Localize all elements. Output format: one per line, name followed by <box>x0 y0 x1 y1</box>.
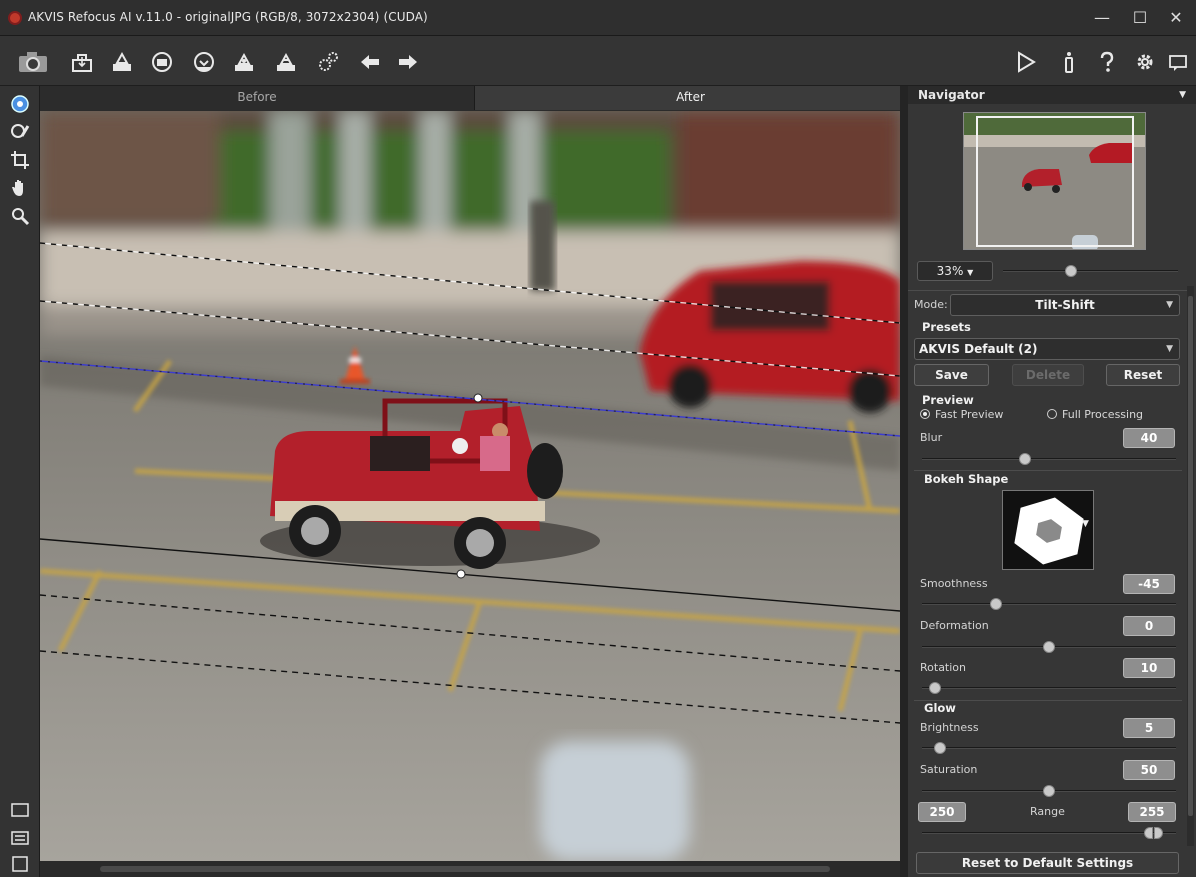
range-slider-low-knob[interactable] <box>1144 827 1153 839</box>
full-processing-radio[interactable]: Full Processing <box>1047 408 1143 421</box>
view-tabs: Before After <box>40 86 906 110</box>
smoothness-slider-knob[interactable] <box>990 598 1002 610</box>
range-min-input[interactable]: 250 <box>918 802 966 822</box>
range-slider-high-knob[interactable] <box>1154 827 1163 839</box>
redo-arrow-icon[interactable] <box>394 48 422 76</box>
brightness-label: Brightness <box>920 721 979 734</box>
share-icon[interactable] <box>190 48 218 76</box>
mode-dropdown[interactable]: Tilt-Shift ▼ <box>950 294 1180 316</box>
reset-preset-button[interactable]: Reset <box>1106 364 1180 386</box>
maximize-button[interactable]: ☐ <box>1126 6 1154 30</box>
blur-slider[interactable] <box>922 453 1176 465</box>
saturation-value-input[interactable]: 50 <box>1123 760 1175 780</box>
print-icon[interactable] <box>148 48 176 76</box>
brightness-slider[interactable] <box>922 742 1176 754</box>
blur-value-input[interactable]: 40 <box>1123 428 1175 448</box>
tools-sidebar <box>0 86 40 877</box>
plugin-icon[interactable] <box>272 48 300 76</box>
fullscreen-view-icon[interactable] <box>8 852 32 876</box>
range-slider[interactable] <box>922 827 1176 839</box>
fast-preview-radio[interactable]: Fast Preview <box>920 408 1003 421</box>
preset-dropdown[interactable]: AKVIS Default (2) ▼ <box>914 338 1180 360</box>
minimize-button[interactable]: — <box>1088 6 1116 30</box>
navigator-frame[interactable] <box>976 116 1134 247</box>
batch-icon[interactable] <box>230 48 258 76</box>
undo-arrow-icon[interactable] <box>356 48 384 76</box>
zoom-slider[interactable] <box>1003 265 1178 277</box>
rotation-slider-knob[interactable] <box>929 682 941 694</box>
bokeh-shape-label: Bokeh Shape <box>924 472 1009 486</box>
scrollbar-thumb[interactable] <box>100 866 830 872</box>
smoothness-slider[interactable] <box>922 598 1176 610</box>
tilt-shift-photo[interactable] <box>40 111 900 861</box>
navigator-title: Navigator <box>918 88 985 102</box>
camera-icon[interactable] <box>16 48 50 76</box>
zoom-tool-icon[interactable] <box>8 204 32 228</box>
single-view-icon[interactable] <box>8 798 32 822</box>
toolbar <box>0 36 1196 86</box>
preview-label: Preview <box>922 393 974 407</box>
navigator-preview[interactable] <box>963 112 1146 250</box>
reset-defaults-button[interactable]: Reset to Default Settings <box>916 852 1179 874</box>
gear-cluster-icon[interactable] <box>314 48 342 76</box>
blur-slider-knob[interactable] <box>1019 453 1031 465</box>
tab-before[interactable]: Before <box>40 86 474 110</box>
rotation-slider[interactable] <box>922 682 1176 694</box>
brush-tool-icon[interactable] <box>8 120 32 144</box>
settings-icon[interactable] <box>1131 48 1159 76</box>
brightness-value-input[interactable]: 5 <box>1123 718 1175 738</box>
glow-label: Glow <box>924 701 956 715</box>
crop-tool-icon[interactable] <box>8 148 32 172</box>
help-icon[interactable] <box>1093 48 1121 76</box>
deformation-value-input[interactable]: 0 <box>1123 616 1175 636</box>
app-logo-icon <box>8 11 22 25</box>
brightness-slider-knob[interactable] <box>934 742 946 754</box>
saturation-slider[interactable] <box>922 785 1176 797</box>
panel-splitter[interactable] <box>900 86 908 877</box>
blur-label: Blur <box>920 431 943 444</box>
saturation-label: Saturation <box>920 763 978 776</box>
hexagon-bokeh-icon <box>1014 497 1084 565</box>
navigator-header: Navigator ▼ <box>908 86 1196 104</box>
collapse-arrow-icon[interactable]: ▼ <box>1179 86 1186 104</box>
info-icon[interactable] <box>1055 48 1083 76</box>
rotation-label: Rotation <box>920 661 967 674</box>
tab-after[interactable]: After <box>474 86 906 110</box>
deformation-slider[interactable] <box>922 641 1176 653</box>
smoothness-value-input[interactable]: -45 <box>1123 574 1175 594</box>
deformation-label: Deformation <box>920 619 989 632</box>
bokeh-dropdown-arrow-icon[interactable]: ▼ <box>1082 519 1089 529</box>
split-view-icon[interactable] <box>8 826 32 850</box>
window-title: AKVIS Refocus AI v.11.0 - originalJPG (R… <box>28 10 428 24</box>
panel-scrollbar-thumb[interactable] <box>1188 296 1193 816</box>
save-icon[interactable] <box>108 48 136 76</box>
horizontal-scrollbar[interactable] <box>40 861 900 877</box>
bokeh-shape-picker[interactable] <box>1002 490 1094 570</box>
mode-label: Mode: <box>914 298 948 311</box>
rotation-value-input[interactable]: 10 <box>1123 658 1175 678</box>
range-max-input[interactable]: 255 <box>1128 802 1176 822</box>
range-label: Range <box>1030 805 1065 818</box>
deformation-slider-knob[interactable] <box>1043 641 1055 653</box>
zoom-slider-knob[interactable] <box>1065 265 1077 277</box>
presets-label: Presets <box>922 320 971 334</box>
smoothness-label: Smoothness <box>920 577 988 590</box>
open-icon[interactable] <box>68 48 96 76</box>
zoom-dropdown[interactable]: 33% ▼ <box>917 261 993 281</box>
image-canvas[interactable] <box>40 111 900 861</box>
focus-tool-icon[interactable] <box>8 92 32 116</box>
save-preset-button[interactable]: Save <box>914 364 989 386</box>
saturation-slider-knob[interactable] <box>1043 785 1055 797</box>
chat-icon[interactable] <box>1164 48 1192 76</box>
close-button[interactable]: ✕ <box>1162 6 1190 30</box>
title-bar: AKVIS Refocus AI v.11.0 - originalJPG (R… <box>0 0 1196 36</box>
settings-panel: Navigator ▼ 33% ▼ Mode: Tilt-Shift ▼ Pres… <box>908 86 1196 877</box>
delete-preset-button[interactable]: Delete <box>1012 364 1084 386</box>
hand-tool-icon[interactable] <box>8 176 32 200</box>
panel-scrollbar[interactable] <box>1187 286 1194 846</box>
run-icon[interactable] <box>1012 48 1040 76</box>
